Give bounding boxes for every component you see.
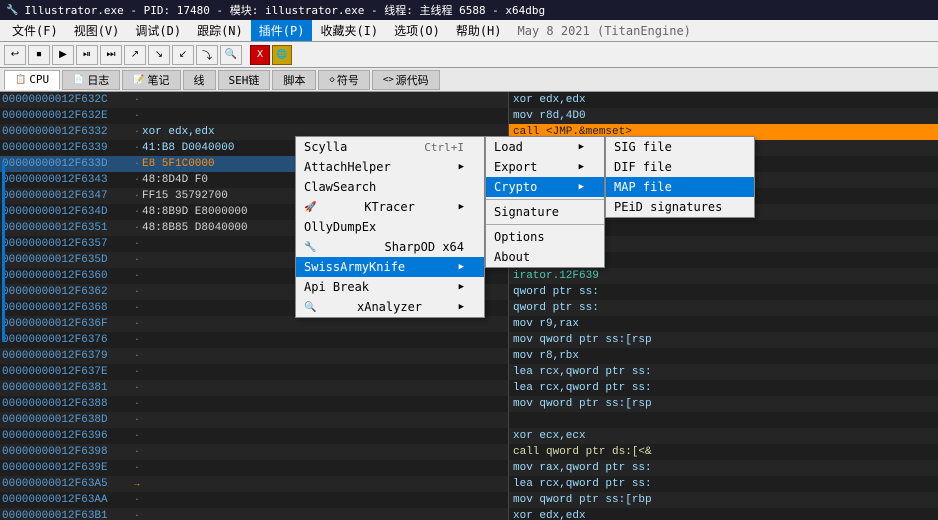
disasm-row[interactable]: 00000000012F63AA· (0, 492, 508, 508)
disasm-row[interactable]: 00000000012F6379· (0, 348, 508, 364)
toolbar-btn-3[interactable]: ▶ (52, 45, 74, 65)
toolbar-btn-4[interactable]: ⏯ (76, 45, 98, 65)
plugin-menu-item-clawsearch[interactable]: ClawSearch (296, 177, 484, 197)
right-row: mov rax,qword ptr ss: (509, 460, 938, 476)
disasm-row[interactable]: 00000000012F63B1· (0, 508, 508, 520)
toolbar-btn-1[interactable]: ↩ (4, 45, 26, 65)
disasm-row[interactable]: 00000000012F6376· (0, 332, 508, 348)
disasm-row[interactable]: 00000000012F638D· (0, 412, 508, 428)
disasm-row[interactable]: 00000000012F6398· (0, 444, 508, 460)
right-row (509, 412, 938, 428)
toolbar: ↩ ⏹ ▶ ⏯ ⏭ ↗ ↘ ↙ ⤵ 🔍 X 🌐 (0, 42, 938, 68)
menu-view[interactable]: 视图(V) (66, 20, 128, 41)
tab-notes[interactable]: 📝 笔记 (122, 70, 180, 90)
build-info: May 8 2021 (TitanEngine) (510, 22, 699, 40)
tab-script[interactable]: 脚本 (272, 70, 316, 90)
toolbar-btn-8[interactable]: ↙ (172, 45, 194, 65)
disasm-row[interactable]: 00000000012F63A5→ (0, 476, 508, 492)
plugin-menu-item-scylla[interactable]: Scylla Ctrl+I (296, 137, 484, 157)
toolbar-btn-6[interactable]: ↗ (124, 45, 146, 65)
crypto-peid-signatures[interactable]: PEiD signatures (606, 197, 754, 217)
right-row: mov qword ptr ss:[rsp (509, 332, 938, 348)
menu-help[interactable]: 帮助(H) (448, 20, 510, 41)
title-text: Illustrator.exe - PID: 17480 - 模块: illus… (24, 2, 545, 18)
disasm-row[interactable]: 00000000012F6381· (0, 380, 508, 396)
plugin-menu-item-apibreak[interactable]: Api Break ▶ (296, 277, 484, 297)
right-row: lea rcx,qword ptr ss: (509, 476, 938, 492)
swissarmyknife-menu: Load ▶ Export ▶ Crypto ▶ Signature Optio… (485, 136, 605, 268)
swissarmyknife-crypto[interactable]: Crypto ▶ (486, 177, 604, 197)
crypto-map-file[interactable]: MAP file (606, 177, 754, 197)
main-area: 00000000012F632C· 00000000012F632E· 0000… (0, 92, 938, 520)
right-row: qword ptr ss: (509, 300, 938, 316)
tab-bar: 📋 CPU 📄 日志 📝 笔记 线 SEH链 脚本 ◇ 符号 <> 源代码 (0, 68, 938, 92)
right-row: xor edx,edx (509, 92, 938, 108)
menu-debug[interactable]: 调试(D) (127, 20, 189, 41)
logo-icon: X (250, 45, 270, 65)
plugin-menu: Scylla Ctrl+I AttachHelper ▶ ClawSearch … (295, 136, 485, 318)
crypto-sig-file[interactable]: SIG file (606, 137, 754, 157)
right-row: lea rcx,qword ptr ss: (509, 380, 938, 396)
right-row: mov r9,rax (509, 316, 938, 332)
disasm-row[interactable]: 00000000012F639E· (0, 460, 508, 476)
toolbar-btn-2[interactable]: ⏹ (28, 45, 50, 65)
tab-thread[interactable]: 线 (183, 70, 216, 90)
tab-symbols[interactable]: ◇ 符号 (318, 70, 369, 90)
menu-separator (486, 224, 604, 225)
disasm-row[interactable]: 00000000012F6388· (0, 396, 508, 412)
plugin-menu-item-xanalyzer[interactable]: 🔍 xAnalyzer ▶ (296, 297, 484, 317)
right-row: xor edx,edx (509, 508, 938, 520)
toolbar-btn-9[interactable]: ⤵ (196, 45, 218, 65)
plugin-menu-item-sharpod[interactable]: 🔧 SharpOD x64 (296, 237, 484, 257)
right-row: lea rcx,qword ptr ss: (509, 364, 938, 380)
menu-favorites[interactable]: 收藏夹(I) (312, 20, 386, 41)
app-icon: 🔧 (6, 5, 18, 16)
disasm-row[interactable]: 00000000012F6396· (0, 428, 508, 444)
globe-icon: 🌐 (272, 45, 292, 65)
menu-plugin[interactable]: 插件(P) (251, 20, 313, 41)
plugin-menu-item-ollydumpex[interactable]: OllyDumpEx (296, 217, 484, 237)
toolbar-btn-10[interactable]: 🔍 (220, 45, 242, 65)
swissarmyknife-load[interactable]: Load ▶ (486, 137, 604, 157)
plugin-menu-item-attachhelper[interactable]: AttachHelper ▶ (296, 157, 484, 177)
tab-seh[interactable]: SEH链 (218, 70, 271, 90)
right-row: irator.12F639 (509, 268, 938, 284)
menu-bar: 文件(F) 视图(V) 调试(D) 跟踪(N) 插件(P) 收藏夹(I) 选项(… (0, 20, 938, 42)
disasm-row[interactable]: 00000000012F632C· (0, 92, 508, 108)
menu-trace[interactable]: 跟踪(N) (189, 20, 251, 41)
menu-file[interactable]: 文件(F) (4, 20, 66, 41)
right-row: mov r8,rbx (509, 348, 938, 364)
tab-cpu[interactable]: 📋 CPU (4, 70, 60, 90)
swissarmyknife-export[interactable]: Export ▶ (486, 157, 604, 177)
right-row: xor ecx,ecx (509, 428, 938, 444)
toolbar-btn-7[interactable]: ↘ (148, 45, 170, 65)
right-row: mov qword ptr ss:[rsp (509, 396, 938, 412)
toolbar-btn-5[interactable]: ⏭ (100, 45, 122, 65)
right-row: qword ptr ss: (509, 284, 938, 300)
plugin-menu-item-ktracer[interactable]: 🚀 KTracer ▶ (296, 197, 484, 217)
right-row: call qword ptr ds:[<& (509, 444, 938, 460)
title-bar: 🔧 Illustrator.exe - PID: 17480 - 模块: ill… (0, 0, 938, 20)
disasm-row[interactable]: 00000000012F636F· (0, 316, 508, 332)
crypto-dif-file[interactable]: DIF file (606, 157, 754, 177)
menu-options[interactable]: 选项(O) (386, 20, 448, 41)
swissarmyknife-options[interactable]: Options (486, 227, 604, 247)
disasm-row[interactable]: 00000000012F632E· (0, 108, 508, 124)
plugin-menu-item-swissarmyknife[interactable]: SwissArmyKnife ▶ (296, 257, 484, 277)
disasm-row[interactable]: 00000000012F637E· (0, 364, 508, 380)
tab-source[interactable]: <> 源代码 (372, 70, 440, 90)
right-row: mov r8d,4D0 (509, 108, 938, 124)
swissarmyknife-about[interactable]: About (486, 247, 604, 267)
swissarmyknife-signature[interactable]: Signature (486, 202, 604, 222)
selection-border (2, 162, 5, 342)
crypto-menu: SIG file DIF file MAP file PEiD signatur… (605, 136, 755, 218)
tab-log[interactable]: 📄 日志 (62, 70, 120, 90)
right-row: mov qword ptr ss:[rbp (509, 492, 938, 508)
menu-separator (486, 199, 604, 200)
